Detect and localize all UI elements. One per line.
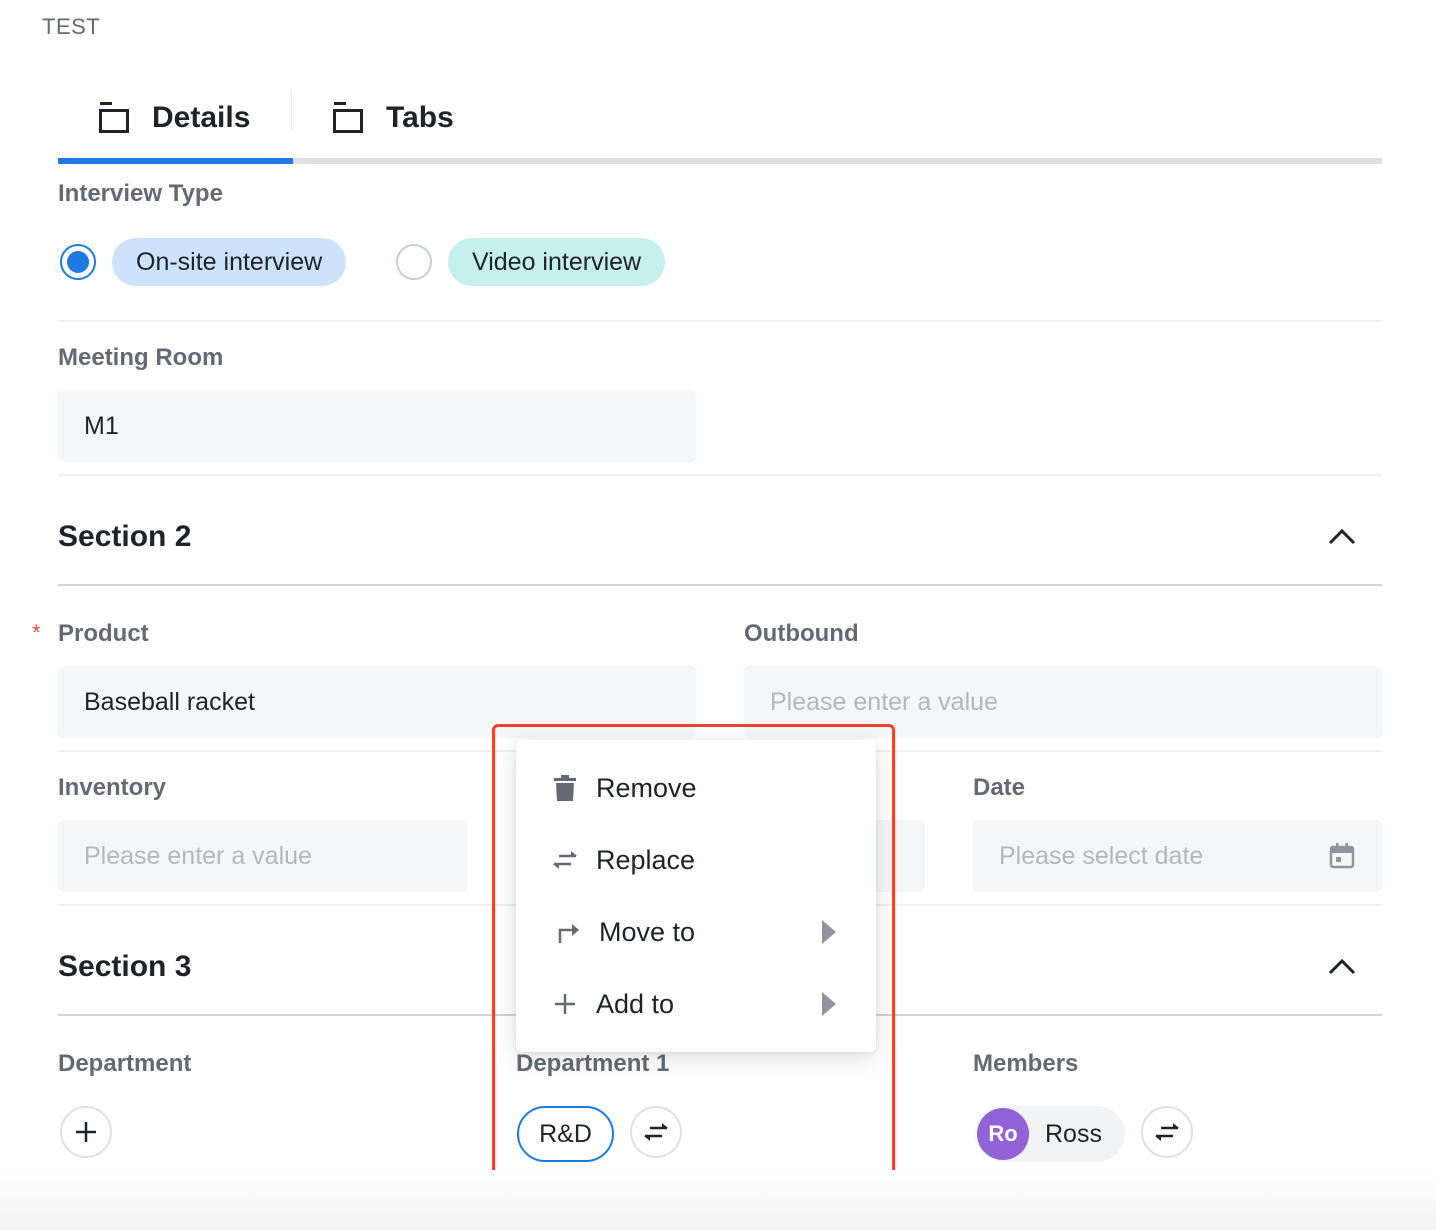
outbound-label: Outbound (744, 620, 859, 647)
bottom-fade (0, 1170, 1436, 1230)
required-asterisk: * (32, 620, 41, 645)
tab-label: Details (152, 101, 251, 134)
chevron-up-icon[interactable] (1326, 956, 1358, 978)
divider (58, 320, 1382, 322)
radio-video[interactable] (396, 244, 432, 280)
date-label: Date (973, 774, 1026, 801)
option-video-pill[interactable]: Video interview (448, 238, 666, 286)
swap-icon (1155, 1123, 1179, 1141)
menu-item-add-to[interactable]: Add to (516, 968, 876, 1040)
swap-icon (644, 1123, 668, 1141)
interview-type-label: Interview Type (58, 180, 223, 207)
department-1-label: Department 1 (516, 1050, 670, 1077)
swap-icon (552, 847, 578, 873)
tab-details[interactable]: Details (98, 78, 250, 158)
department-label: Department (58, 1050, 192, 1077)
menu-item-remove[interactable]: Remove (516, 752, 876, 824)
calendar-icon (1329, 843, 1355, 869)
plus-icon (76, 1122, 96, 1142)
product-field[interactable]: Baseball racket (58, 666, 696, 738)
tab-tabs[interactable]: Tabs (332, 78, 454, 158)
radio-onsite[interactable] (60, 244, 96, 280)
tab-divider (291, 90, 292, 130)
window-icon (98, 102, 130, 134)
section-3-title: Section 3 (58, 950, 192, 983)
chevron-up-icon[interactable] (1326, 526, 1358, 548)
replace-department-button[interactable] (630, 1106, 682, 1158)
date-picker-field[interactable]: Please select date (973, 820, 1382, 892)
menu-label: Add to (596, 988, 675, 1019)
submenu-arrow-icon (822, 920, 836, 944)
product-label: Product (58, 620, 149, 647)
submenu-arrow-icon (822, 992, 836, 1016)
meeting-room-field[interactable]: M1 (58, 390, 696, 462)
window-icon (332, 102, 364, 134)
department-tag[interactable]: R&D (517, 1106, 614, 1162)
menu-item-replace[interactable]: Replace (516, 824, 876, 896)
menu-label: Move to (599, 916, 696, 947)
member-chip[interactable]: Ro Ross (975, 1106, 1125, 1162)
plus-icon (552, 991, 578, 1017)
replace-member-button[interactable] (1141, 1106, 1193, 1158)
turn-right-arrow-icon (556, 919, 582, 945)
menu-item-move-to[interactable]: Move to (516, 896, 876, 968)
menu-label: Replace (596, 844, 696, 875)
tab-label: Tabs (386, 101, 454, 134)
trash-icon (552, 775, 578, 801)
inventory-field[interactable]: Please enter a value (58, 820, 467, 892)
outbound-field[interactable]: Please enter a value (744, 666, 1382, 738)
members-label: Members (973, 1050, 1079, 1077)
avatar: Ro (977, 1108, 1029, 1160)
meeting-room-label: Meeting Room (58, 344, 224, 371)
option-onsite-pill[interactable]: On-site interview (112, 238, 347, 286)
inventory-label: Inventory (58, 774, 167, 801)
app-title: TEST (42, 14, 101, 39)
active-tab-indicator (58, 158, 293, 164)
section-divider (58, 584, 1382, 586)
menu-label: Remove (596, 772, 697, 803)
context-menu: Remove Replace Move to Add to (516, 740, 876, 1052)
member-name: Ross (1045, 1120, 1102, 1148)
date-placeholder: Please select date (999, 842, 1204, 870)
divider (58, 474, 1382, 476)
section-2-title: Section 2 (58, 520, 192, 553)
add-department-button[interactable] (60, 1106, 112, 1158)
tab-bar: Details Tabs (58, 78, 1382, 166)
